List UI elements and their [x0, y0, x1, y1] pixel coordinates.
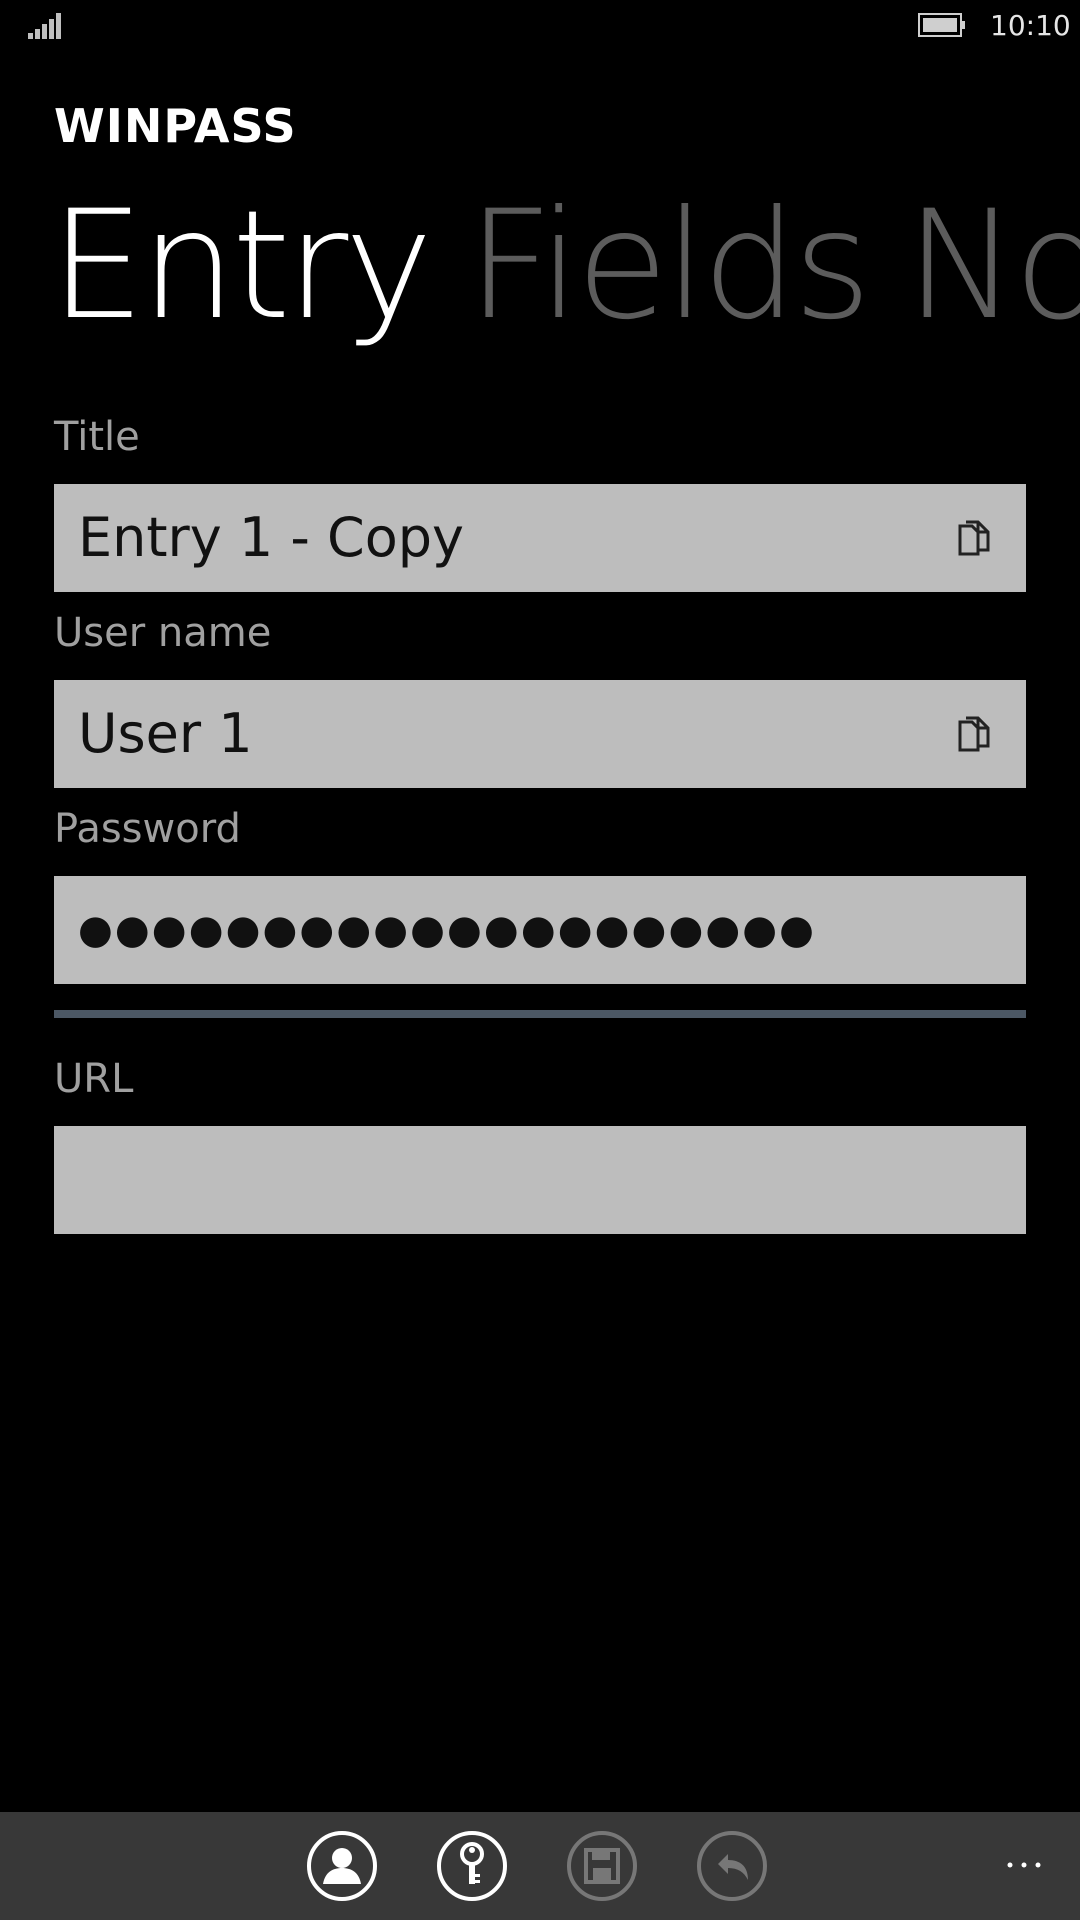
- password-strength-bar: [54, 1010, 1026, 1018]
- title-field[interactable]: Entry 1 - Copy: [54, 484, 1026, 592]
- save-icon[interactable]: [566, 1830, 638, 1902]
- title-value: Entry 1 - Copy: [78, 506, 464, 569]
- user-icon[interactable]: [306, 1830, 378, 1902]
- password-value: ●●●●●●●●●●●●●●●●●●●●: [78, 907, 817, 953]
- key-icon[interactable]: [436, 1830, 508, 1902]
- username-field[interactable]: User 1: [54, 680, 1026, 788]
- ellipsis-icon[interactable]: [1004, 1850, 1044, 1880]
- signal-strength-icon: [28, 13, 61, 39]
- tab-notes[interactable]: Notes: [905, 176, 1080, 356]
- username-label: User name: [54, 610, 272, 656]
- undo-icon[interactable]: [696, 1830, 768, 1902]
- copy-icon[interactable]: [956, 520, 992, 558]
- battery-icon: [918, 13, 965, 37]
- app-bar: [0, 1812, 1080, 1920]
- pivot-header: EntryFieldsNotes: [50, 176, 1080, 356]
- tab-fields[interactable]: Fields: [467, 176, 871, 356]
- title-label: Title: [54, 414, 140, 460]
- status-bar: 10:10: [0, 0, 1080, 52]
- url-label: URL: [54, 1056, 134, 1102]
- app-title: WINPASS: [54, 99, 297, 153]
- status-time: 10:10: [990, 9, 1071, 42]
- copy-icon[interactable]: [956, 716, 992, 754]
- password-field[interactable]: ●●●●●●●●●●●●●●●●●●●●: [54, 876, 1026, 984]
- url-field[interactable]: [54, 1126, 1026, 1234]
- tab-entry[interactable]: Entry: [50, 176, 433, 356]
- password-label: Password: [54, 806, 241, 852]
- username-value: User 1: [78, 702, 253, 765]
